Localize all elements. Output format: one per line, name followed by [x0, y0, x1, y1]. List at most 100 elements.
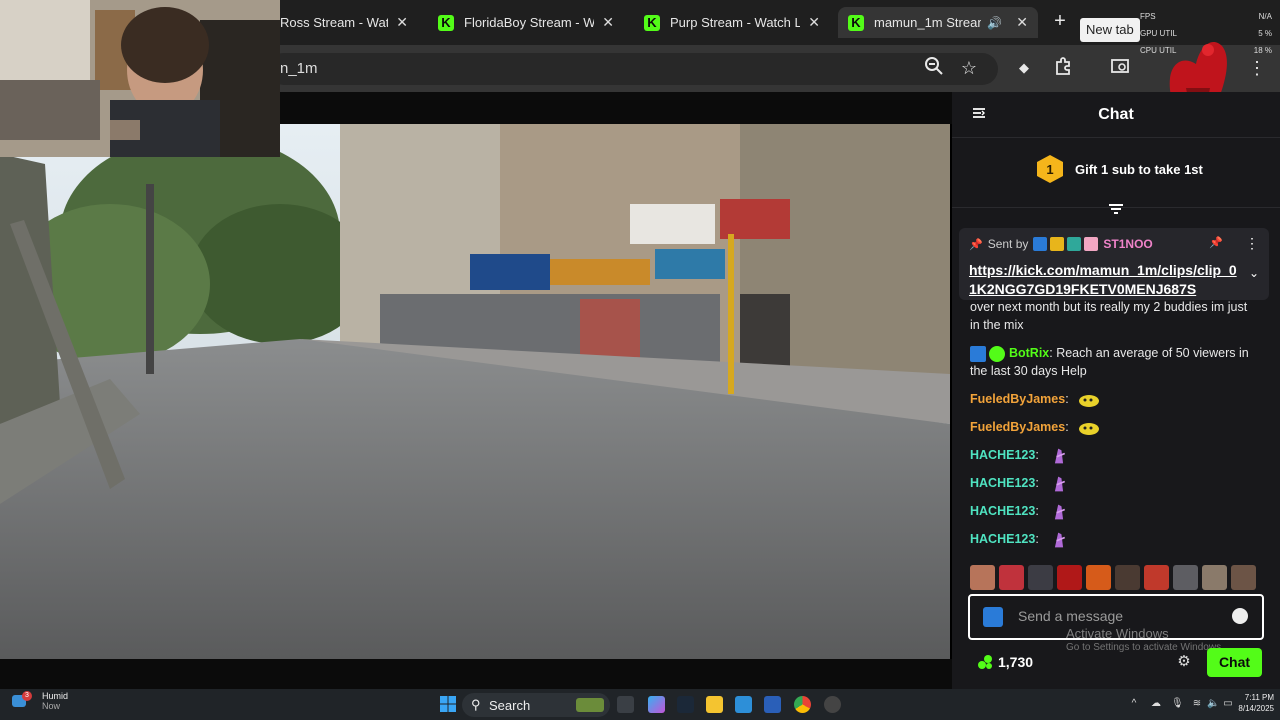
avatar[interactable] — [1202, 565, 1227, 590]
channel-points[interactable]: 1,730 — [976, 653, 1033, 671]
url-text: n_1m — [280, 60, 318, 77]
copilot-icon[interactable] — [648, 696, 665, 713]
avatar[interactable] — [970, 565, 995, 590]
avatar[interactable] — [1028, 565, 1053, 590]
perf-label: FPS — [1140, 12, 1156, 21]
store-icon[interactable] — [764, 696, 781, 713]
tab-purp-stream[interactable]: K Purp Stream - Watch L ✕ — [634, 7, 830, 38]
chat-username[interactable]: FueledByJames — [970, 392, 1065, 406]
emoji-icon[interactable] — [1232, 608, 1248, 624]
perf-value: N/A — [1258, 12, 1272, 21]
pinned-sender[interactable]: ST1NOO — [1103, 237, 1152, 251]
chat-username[interactable]: BotRix — [1009, 346, 1049, 360]
obs-icon[interactable] — [824, 696, 841, 713]
chat-message: FueledByJames: — [970, 418, 1255, 437]
chat-message: HACHE123: — [970, 446, 1255, 465]
gift-badge-number: 1 — [1046, 162, 1053, 177]
gift-sub-banner[interactable]: 1 Gift 1 sub to take 1st — [1036, 154, 1203, 184]
chevron-up-icon[interactable]: ^ — [1128, 698, 1140, 710]
tab-floridaboy-stream[interactable]: K FloridaBoy Stream - W ✕ — [428, 7, 624, 38]
avatar[interactable] — [1057, 565, 1082, 590]
moderator-badge-icon — [970, 345, 986, 362]
wifi-icon[interactable]: ≋ — [1191, 698, 1203, 710]
weather-sub: Now — [42, 701, 61, 711]
avatar[interactable] — [1173, 565, 1198, 590]
steam-icon[interactable] — [677, 696, 694, 713]
emote-icon — [1055, 504, 1066, 520]
volume-icon[interactable]: 🔈 — [1207, 698, 1219, 710]
clock-time: 7:11 PM — [1244, 693, 1274, 702]
new-tab-button[interactable]: + — [1048, 10, 1072, 34]
tab-mamun-stream[interactable]: K mamun_1m Stream 🔊 ✕ — [838, 7, 1038, 38]
avatar[interactable] — [1231, 565, 1256, 590]
close-icon[interactable]: ✕ — [602, 14, 614, 31]
extension-icon[interactable]: ◆ — [1012, 56, 1036, 80]
close-icon[interactable]: ✕ — [1016, 14, 1028, 31]
weather-widget[interactable]: 3 Humid Now — [10, 691, 68, 711]
microphone-icon[interactable]: 🎙 — [1171, 698, 1184, 710]
chevron-down-icon[interactable]: ⌄ — [1249, 266, 1259, 280]
perf-value: 5 % — [1258, 29, 1272, 38]
search-highlight-icon — [576, 698, 604, 712]
perf-value: 18 % — [1253, 46, 1272, 55]
tab-title: FloridaBoy Stream - W — [464, 15, 595, 30]
tab-title: mamun_1m Stream — [874, 15, 982, 30]
emote-icon — [1079, 422, 1100, 435]
chat-message: HACHE123: — [970, 530, 1255, 549]
gift-badge-icon — [1084, 237, 1099, 251]
windows-taskbar — [0, 689, 1280, 720]
notification-badge: 3 — [22, 691, 32, 701]
taskbar-search[interactable]: ⚲ Search — [462, 693, 610, 717]
chat-username[interactable]: HACHE123 — [970, 448, 1035, 462]
emote-icon — [1055, 532, 1066, 548]
zoom-icon[interactable] — [922, 56, 946, 80]
unpin-icon[interactable]: 📌 — [1209, 236, 1223, 249]
close-icon[interactable]: ✕ — [808, 14, 820, 31]
send-chat-button[interactable]: Chat — [1207, 648, 1262, 677]
pinned-link[interactable]: https://kick.com/mamun_1m/clips/clip_01K… — [969, 261, 1239, 299]
bookmark-star-icon[interactable]: ☆ — [957, 56, 981, 80]
weather-icon: 3 — [10, 691, 32, 711]
gift-badge-icon: 1 — [1037, 155, 1063, 183]
avatar[interactable] — [1086, 565, 1111, 590]
avatar[interactable] — [999, 565, 1024, 590]
chat-username[interactable]: FueledByJames — [970, 420, 1065, 434]
search-icon: ⚲ — [471, 697, 481, 712]
tab-ross-stream[interactable]: Ross Stream - Wat ✕ — [270, 7, 418, 38]
system-clock[interactable]: 7:11 PM 8/14/2025 — [1224, 692, 1274, 714]
chat-username[interactable]: HACHE123 — [970, 532, 1035, 546]
file-explorer-icon[interactable] — [706, 696, 723, 713]
puzzle-extensions-icon[interactable] — [1052, 56, 1076, 80]
stream-video[interactable] — [0, 124, 950, 659]
clock-date: 8/14/2025 — [1238, 704, 1274, 713]
task-view-icon[interactable] — [617, 696, 634, 713]
gear-icon[interactable]: ⚙ — [1176, 654, 1192, 670]
player-bottom-strip — [0, 659, 952, 689]
webcam-overlay — [0, 0, 280, 157]
chat-username[interactable]: HACHE123 — [970, 504, 1035, 518]
speaker-icon[interactable]: 🔊 — [987, 16, 1002, 30]
avatar[interactable] — [1115, 565, 1140, 590]
address-bar[interactable] — [268, 53, 998, 85]
close-icon[interactable]: ✕ — [396, 14, 408, 31]
avatar[interactable] — [1144, 565, 1169, 590]
emote-icon — [1055, 448, 1066, 464]
windows-start-icon[interactable] — [440, 696, 456, 712]
tab-title: Purp Stream - Watch L — [670, 15, 801, 30]
more-options-icon[interactable]: ⋮ — [1245, 235, 1259, 252]
expand-pinned-icon[interactable] — [1106, 201, 1126, 217]
mail-icon[interactable] — [735, 696, 752, 713]
chrome-icon[interactable] — [794, 696, 811, 713]
chat-message: HACHE123: — [970, 502, 1255, 521]
chat-username[interactable]: HACHE123 — [970, 476, 1035, 490]
street-scene — [0, 124, 950, 659]
chat-message: FueledByJames: — [970, 390, 1255, 409]
emote-icon — [1079, 394, 1100, 407]
cloud-icon[interactable]: ☁ — [1150, 698, 1162, 710]
perf-row: FPS N/A — [1140, 8, 1272, 25]
moderator-badge-icon — [983, 607, 1003, 627]
cast-icon[interactable] — [1108, 56, 1132, 80]
gift-text: Gift 1 sub to take 1st — [1075, 161, 1203, 177]
input-placeholder: Send a message — [1018, 608, 1124, 624]
message-text: over next month but its really my 2 budd… — [970, 300, 1248, 332]
